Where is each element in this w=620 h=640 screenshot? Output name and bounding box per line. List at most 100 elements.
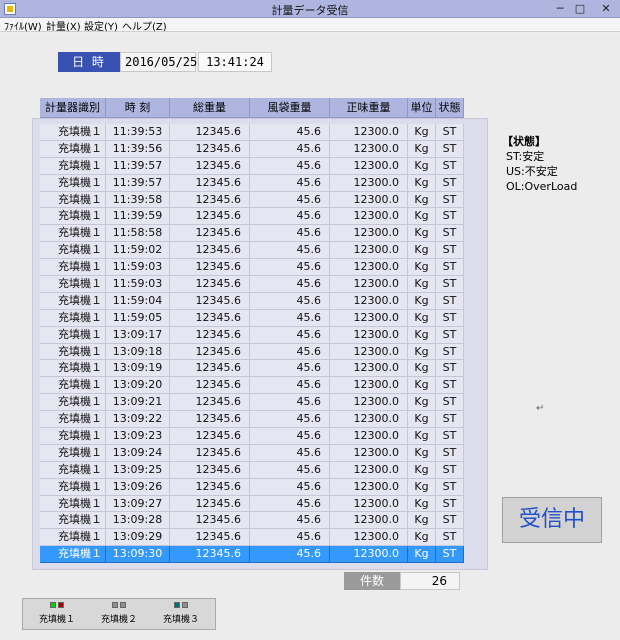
cell-tare-weight: 45.6 — [250, 428, 330, 445]
table-row[interactable]: 充填機１ 11:39:57 12345.6 45.6 12300.0 Kg ST — [40, 174, 464, 192]
table-row[interactable]: 充填機１ 13:09:26 12345.6 45.6 12300.0 Kg ST — [40, 478, 464, 496]
cell-gross-weight: 12345.6 — [170, 546, 250, 564]
cell-net-weight: 12300.0 — [330, 292, 408, 310]
header-status[interactable]: 状態 — [436, 98, 464, 118]
cell-time: 13:09:17 — [106, 326, 170, 344]
table-row[interactable]: 充填機１ 11:59:05 12345.6 45.6 12300.0 Kg ST — [40, 309, 464, 327]
table-row[interactable]: 充填機１ 11:59:04 12345.6 45.6 12300.0 Kg ST — [40, 292, 464, 310]
cell-gross-weight: 12345.6 — [170, 428, 250, 445]
table-row[interactable]: 充填機１ 13:09:19 12345.6 45.6 12300.0 Kg ST — [40, 360, 464, 378]
table-row[interactable]: 充填機１ 11:59:03 12345.6 45.6 12300.0 Kg ST — [40, 259, 464, 277]
cell-status: ST — [436, 191, 464, 209]
menu-file[interactable]: ﾌｧｲﾙ(W) — [4, 18, 42, 33]
window-title: 計量データ受信 — [271, 4, 349, 17]
status-legend-item: OL:OverLoad — [506, 180, 578, 193]
cell-time: 11:59:03 — [106, 259, 170, 277]
cell-gross-weight: 12345.6 — [170, 444, 250, 462]
cell-gross-weight: 12345.6 — [170, 343, 250, 361]
cell-unit: Kg — [408, 208, 436, 226]
receive-status-button[interactable]: 受信中 — [502, 497, 602, 543]
cell-time: 13:09:22 — [106, 411, 170, 429]
close-button[interactable]: ✕ — [598, 2, 614, 15]
header-tare-weight[interactable]: 風袋重量 — [250, 98, 330, 118]
device-1[interactable]: 充填機１ — [27, 602, 87, 625]
minimize-button[interactable]: ─ — [552, 2, 568, 15]
cell-status: ST — [436, 360, 464, 378]
table-row[interactable]: 充填機１ 11:59:03 12345.6 45.6 12300.0 Kg ST — [40, 276, 464, 293]
cell-tare-weight: 45.6 — [250, 242, 330, 260]
cell-scale-id: 充填機１ — [40, 292, 106, 310]
table-row[interactable]: 充填機１ 13:09:28 12345.6 45.6 12300.0 Kg ST — [40, 512, 464, 530]
device-2[interactable]: 充填機２ — [89, 602, 149, 625]
cell-scale-id: 充填機１ — [40, 343, 106, 361]
table-row[interactable]: 充填機１ 13:09:22 12345.6 45.6 12300.0 Kg ST — [40, 411, 464, 429]
table-row[interactable]: 充填機１ 13:09:20 12345.6 45.6 12300.0 Kg ST — [40, 377, 464, 395]
cell-net-weight: 12300.0 — [330, 259, 408, 277]
table-row[interactable]: 充填機１ 13:09:25 12345.6 45.6 12300.0 Kg ST — [40, 461, 464, 479]
menu-help[interactable]: ヘルプ(Z) — [122, 18, 167, 33]
cell-time: 13:09:29 — [106, 529, 170, 547]
table-row[interactable]: 充填機１ 11:59:02 12345.6 45.6 12300.0 Kg ST — [40, 242, 464, 260]
cell-gross-weight: 12345.6 — [170, 225, 250, 243]
cell-time: 13:09:24 — [106, 444, 170, 462]
cell-scale-id: 充填機１ — [40, 478, 106, 496]
cell-scale-id: 充填機１ — [40, 444, 106, 462]
header-time[interactable]: 時 刻 — [106, 98, 170, 118]
header-gross-weight[interactable]: 総重量 — [170, 98, 250, 118]
cell-status: ST — [436, 444, 464, 462]
menu-settings[interactable]: 設定(Y) — [84, 18, 118, 33]
header-unit[interactable]: 単位 — [408, 98, 436, 118]
device-3[interactable]: 充填機３ — [151, 602, 211, 625]
time-display: 13:41:24 — [198, 52, 272, 72]
cell-gross-weight: 12345.6 — [170, 140, 250, 158]
cell-time: 11:39:59 — [106, 208, 170, 226]
status-legend: 【状態】 ST:安定 US:不安定 OL:OverLoad — [502, 134, 578, 194]
table-row[interactable]: 充填機１ 11:39:53 12345.6 45.6 12300.0 Kg ST — [40, 124, 464, 141]
table-row[interactable]: 充填機１ 13:09:30 12345.6 45.6 12300.0 Kg ST — [40, 546, 464, 564]
cell-net-weight: 12300.0 — [330, 225, 408, 243]
status-lamp-icon — [174, 602, 180, 608]
cell-net-weight: 12300.0 — [330, 546, 408, 564]
table-row[interactable]: 充填機１ 13:09:29 12345.6 45.6 12300.0 Kg ST — [40, 529, 464, 547]
status-legend-item: ST:安定 — [506, 150, 545, 163]
cell-net-weight: 12300.0 — [330, 394, 408, 412]
cell-gross-weight: 12345.6 — [170, 309, 250, 327]
header-scale-id[interactable]: 計量器識別 — [40, 98, 106, 118]
cell-unit: Kg — [408, 157, 436, 175]
cell-status: ST — [436, 546, 464, 564]
count-label: 件数 — [344, 572, 400, 590]
cell-status: ST — [436, 140, 464, 158]
cell-scale-id: 充填機１ — [40, 512, 106, 530]
table-row[interactable]: 充填機１ 11:58:58 12345.6 45.6 12300.0 Kg ST — [40, 225, 464, 243]
table-row[interactable]: 充填機１ 13:09:23 12345.6 45.6 12300.0 Kg ST — [40, 428, 464, 445]
cell-gross-weight: 12345.6 — [170, 360, 250, 378]
cell-status: ST — [436, 157, 464, 175]
cell-unit: Kg — [408, 124, 436, 141]
cell-unit: Kg — [408, 276, 436, 293]
table-row[interactable]: 充填機１ 11:39:56 12345.6 45.6 12300.0 Kg ST — [40, 140, 464, 158]
cell-tare-weight: 45.6 — [250, 478, 330, 496]
table-row[interactable]: 充填機１ 11:39:57 12345.6 45.6 12300.0 Kg ST — [40, 157, 464, 175]
table-row[interactable]: 充填機１ 13:09:21 12345.6 45.6 12300.0 Kg ST — [40, 394, 464, 412]
table-row[interactable]: 充填機１ 13:09:17 12345.6 45.6 12300.0 Kg ST — [40, 326, 464, 344]
cell-status: ST — [436, 124, 464, 141]
table-row[interactable]: 充填機１ 13:09:24 12345.6 45.6 12300.0 Kg ST — [40, 444, 464, 462]
cell-unit: Kg — [408, 529, 436, 547]
table-row[interactable]: 充填機１ 11:39:58 12345.6 45.6 12300.0 Kg ST — [40, 191, 464, 209]
cell-unit: Kg — [408, 140, 436, 158]
table-row[interactable]: 充填機１ 11:39:59 12345.6 45.6 12300.0 Kg ST — [40, 208, 464, 226]
cell-gross-weight: 12345.6 — [170, 191, 250, 209]
cell-tare-weight: 45.6 — [250, 191, 330, 209]
cell-time: 11:39:53 — [106, 124, 170, 141]
cell-scale-id: 充填機１ — [40, 309, 106, 327]
cell-unit: Kg — [408, 461, 436, 479]
table-row[interactable]: 充填機１ 13:09:27 12345.6 45.6 12300.0 Kg ST — [40, 495, 464, 513]
table-row[interactable]: 充填機１ 13:09:18 12345.6 45.6 12300.0 Kg ST — [40, 343, 464, 361]
cell-time: 13:09:27 — [106, 495, 170, 513]
return-icon: ↵ — [536, 403, 545, 414]
cell-net-weight: 12300.0 — [330, 343, 408, 361]
menu-weigh[interactable]: 計量(X) — [46, 18, 81, 33]
cell-tare-weight: 45.6 — [250, 394, 330, 412]
maximize-button[interactable]: □ — [572, 2, 588, 15]
header-net-weight[interactable]: 正味重量 — [330, 98, 408, 118]
